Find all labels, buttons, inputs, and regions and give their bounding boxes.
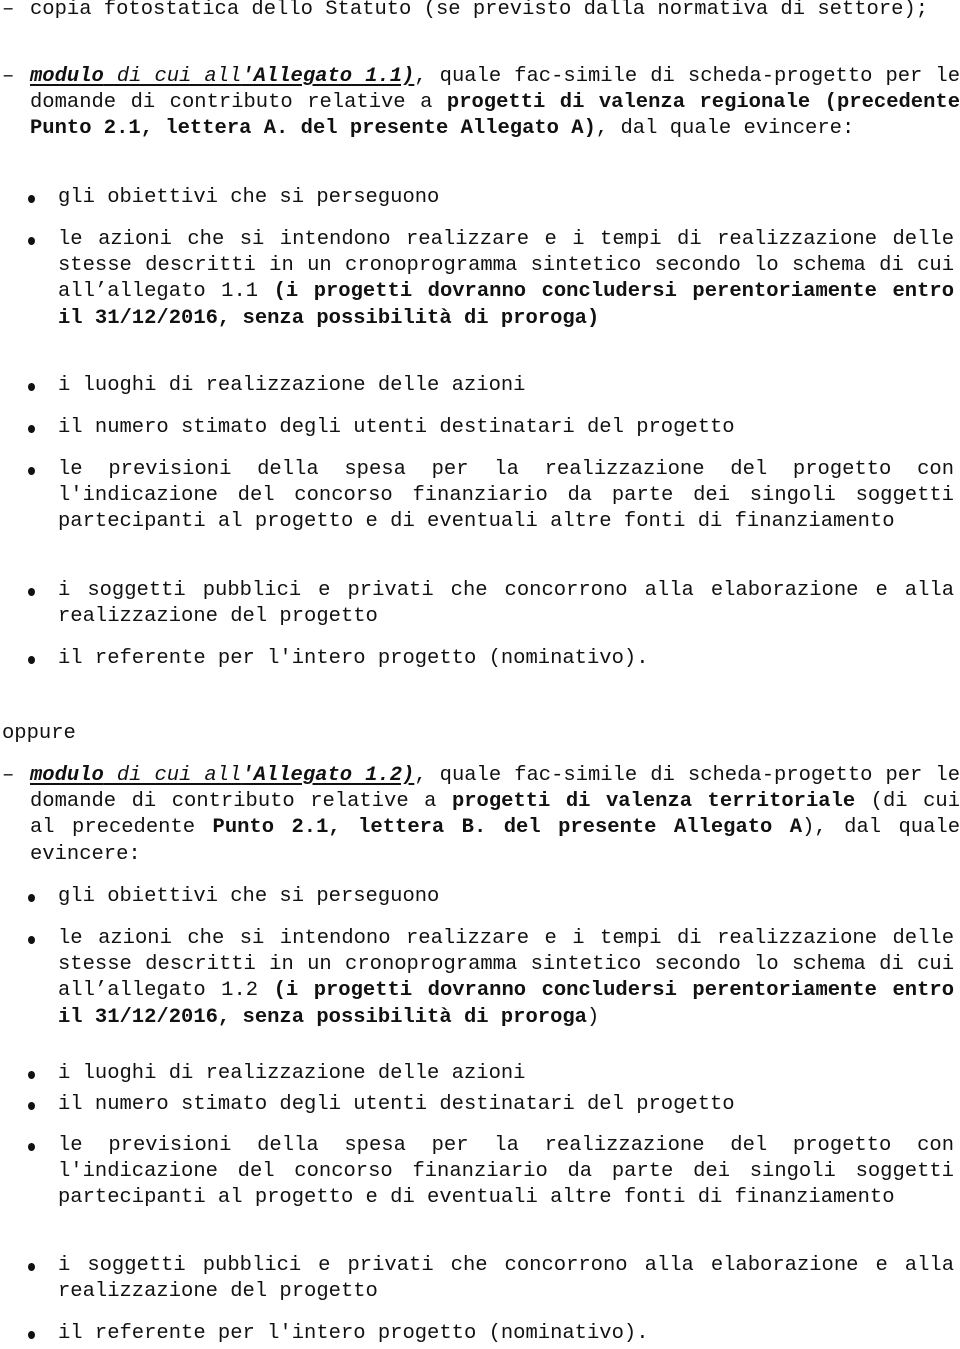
module-2-type: progetti di valenza territoriale bbox=[451, 790, 856, 814]
bullet-text: i luoghi di realizzazione delle azioni bbox=[58, 374, 526, 397]
module-1-link-part: 'Allegato 1.1) bbox=[241, 65, 415, 88]
statute-copy-item: – copia fotostatica dello Statuto (se pr… bbox=[0, 0, 960, 23]
bullet-icon bbox=[28, 1102, 35, 1110]
bullet-text: le azioni che si intendono realizzare e … bbox=[58, 227, 954, 332]
module-2-bullet: il numero stimato degli utenti destinata… bbox=[0, 1092, 960, 1118]
module-2-bullet: i luoghi di realizzazione delle azioni bbox=[0, 1061, 960, 1087]
bullet-text: le previsioni della spesa per la realizz… bbox=[58, 1134, 954, 1210]
module-1-bullet: le previsioni della spesa per la realizz… bbox=[0, 457, 960, 536]
bullet-icon bbox=[28, 467, 35, 475]
module-1-bullet: gli obiettivi che si perseguono bbox=[0, 185, 960, 211]
dash-marker: – bbox=[2, 0, 15, 21]
dash-marker: – bbox=[2, 65, 15, 88]
module-2-link-part: di cui all bbox=[103, 764, 242, 787]
module-1-link[interactable]: modulo di cui all'Allegato 1.1) bbox=[30, 65, 414, 88]
bullet-icon bbox=[28, 1143, 35, 1151]
bullet-icon bbox=[28, 195, 35, 203]
module-2-reference: Punto 2.1, lettera B. del presente Alleg… bbox=[212, 816, 803, 840]
bullet-text-part: ) bbox=[587, 1005, 600, 1029]
bullet-text: il referente per l'intero progetto (nomi… bbox=[58, 1322, 649, 1345]
module-2-link-part: 'Allegato 1.2) bbox=[241, 764, 415, 787]
module-1-bullet: il referente per l'intero progetto (nomi… bbox=[0, 646, 960, 672]
bullet-icon bbox=[28, 936, 35, 944]
module-1-bullet: le azioni che si intendono realizzare e … bbox=[0, 227, 960, 332]
bullet-icon bbox=[28, 894, 35, 902]
bullet-icon bbox=[28, 425, 35, 433]
statute-copy-text: copia fotostatica dello Statuto (se prev… bbox=[30, 0, 929, 21]
bullet-icon bbox=[28, 656, 35, 664]
module-1-desc-end: , dal quale evincere: bbox=[595, 117, 855, 141]
module-1-link-part: modulo bbox=[30, 65, 104, 88]
module-1-bullet: i soggetti pubblici e privati che concor… bbox=[0, 578, 960, 630]
bullet-icon bbox=[28, 1331, 35, 1339]
bullet-text: il numero stimato degli utenti destinata… bbox=[58, 1093, 735, 1116]
module-2-link-part: modulo bbox=[30, 764, 104, 787]
module-2-link[interactable]: modulo di cui all'Allegato 1.2) bbox=[30, 764, 414, 787]
module-1-bullet: il numero stimato degli utenti destinata… bbox=[0, 415, 960, 441]
bullet-icon bbox=[28, 237, 35, 245]
bullet-text: i soggetti pubblici e privati che concor… bbox=[58, 1254, 954, 1304]
module-1-item: – modulo di cui all'Allegato 1.1), quale… bbox=[0, 64, 960, 143]
bullet-text: le azioni che si intendono realizzare e … bbox=[58, 926, 954, 1031]
oppure-separator: oppure bbox=[2, 722, 76, 745]
module-1-text: modulo di cui all'Allegato 1.1), quale f… bbox=[30, 64, 960, 143]
module-2-bullet: le previsioni della spesa per la realizz… bbox=[0, 1133, 960, 1212]
bullet-text: i luoghi di realizzazione delle azioni bbox=[58, 1062, 526, 1085]
bullet-icon bbox=[28, 383, 35, 391]
module-2-bullet: il referente per l'intero progetto (nomi… bbox=[0, 1321, 960, 1347]
module-2-item: – modulo di cui all'Allegato 1.2), quale… bbox=[0, 763, 960, 868]
bullet-text: gli obiettivi che si perseguono bbox=[58, 885, 440, 908]
bullet-text: le previsioni della spesa per la realizz… bbox=[58, 458, 954, 534]
module-2-bullet: gli obiettivi che si perseguono bbox=[0, 884, 960, 910]
bullet-icon bbox=[28, 588, 35, 596]
bullet-icon bbox=[28, 1071, 35, 1079]
bullet-icon bbox=[28, 1263, 35, 1271]
module-1-bullet: i luoghi di realizzazione delle azioni bbox=[0, 373, 960, 399]
module-2-bullet: le azioni che si intendono realizzare e … bbox=[0, 926, 960, 1031]
module-2-text: modulo di cui all'Allegato 1.2), quale f… bbox=[30, 763, 960, 868]
bullet-text: gli obiettivi che si perseguono bbox=[58, 186, 440, 209]
bullet-text: i soggetti pubblici e privati che concor… bbox=[58, 579, 954, 629]
dash-marker: – bbox=[2, 764, 15, 787]
bullet-text: il numero stimato degli utenti destinata… bbox=[58, 416, 735, 439]
bullet-text: il referente per l'intero progetto (nomi… bbox=[58, 647, 649, 670]
module-2-bullet: i soggetti pubblici e privati che concor… bbox=[0, 1253, 960, 1305]
module-1-link-part: di cui all bbox=[103, 65, 242, 88]
